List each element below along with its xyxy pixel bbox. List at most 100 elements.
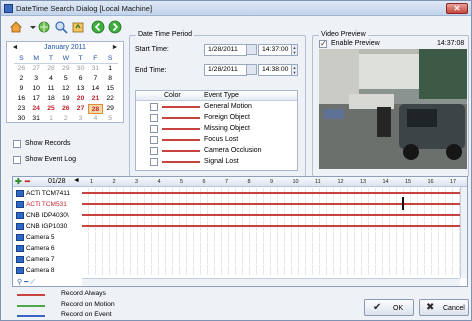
camera-name[interactable]: Camera 6 bbox=[15, 244, 81, 253]
search-icon[interactable] bbox=[54, 20, 68, 34]
end-time-field[interactable]: 14:38:00 bbox=[258, 64, 292, 76]
enable-preview-checkbox[interactable] bbox=[319, 39, 327, 48]
camera-name[interactable]: ACTi TCM531 bbox=[15, 200, 81, 209]
calendar-day[interactable]: 31 bbox=[29, 114, 44, 124]
event-checkbox[interactable] bbox=[150, 158, 158, 166]
calendar-day[interactable]: 12 bbox=[58, 84, 73, 94]
ok-button[interactable]: ✔ OK bbox=[364, 299, 414, 316]
calendar-day[interactable]: 28 bbox=[44, 64, 59, 74]
calendar-day[interactable]: 1 bbox=[44, 114, 59, 124]
zoom-icon[interactable]: ⚲ ━ ⟋ bbox=[17, 278, 35, 287]
export-icon[interactable] bbox=[71, 20, 85, 34]
vertical-scrollbar[interactable] bbox=[460, 187, 467, 278]
calendar-day[interactable]: 23 bbox=[14, 104, 29, 114]
camera-name[interactable]: Camera 7 bbox=[15, 255, 81, 264]
camera-name[interactable]: CNB IGP1030 bbox=[15, 222, 81, 231]
camera-name[interactable]: Camera 8 bbox=[15, 266, 81, 275]
calendar-icon[interactable] bbox=[246, 64, 257, 75]
camera-row[interactable]: ACTi TCM531 bbox=[13, 199, 460, 209]
calendar-day[interactable]: 31 bbox=[88, 64, 103, 74]
calendar-day[interactable]: 25 bbox=[44, 104, 59, 114]
horizontal-scrollbar[interactable] bbox=[82, 278, 460, 286]
camera-record-track[interactable] bbox=[82, 210, 460, 220]
calendar-day[interactable]: 29 bbox=[58, 64, 73, 74]
home-icon[interactable] bbox=[9, 20, 23, 34]
show-event-log-checkbox[interactable] bbox=[13, 156, 21, 164]
event-row[interactable]: Foreign Object bbox=[136, 113, 297, 123]
calendar-day[interactable]: 13 bbox=[73, 84, 88, 94]
calendar-day[interactable]: 16 bbox=[14, 94, 29, 104]
calendar-day[interactable]: 30 bbox=[73, 64, 88, 74]
calendar-day[interactable]: 3 bbox=[73, 114, 88, 124]
calendar-day[interactable]: 5 bbox=[58, 74, 73, 84]
calendar-day[interactable]: 27 bbox=[29, 64, 44, 74]
calendar-day[interactable]: 3 bbox=[29, 74, 44, 84]
camera-record-track[interactable] bbox=[82, 221, 460, 231]
cancel-button[interactable]: ✖ Cancel bbox=[419, 299, 469, 316]
calendar-day[interactable]: 24 bbox=[29, 104, 44, 114]
start-time-field[interactable]: 14:37:00 bbox=[258, 44, 292, 56]
calendar-day[interactable]: 17 bbox=[29, 94, 44, 104]
calendar-day[interactable]: 10 bbox=[29, 84, 44, 94]
event-checkbox[interactable] bbox=[150, 125, 158, 133]
end-time-spinner[interactable]: ▲ ▼ bbox=[291, 64, 298, 76]
event-row[interactable]: Focus Lost bbox=[136, 135, 297, 145]
calendar-day[interactable]: 11 bbox=[44, 84, 59, 94]
camera-record-track[interactable] bbox=[82, 232, 460, 242]
calendar-day[interactable]: 26 bbox=[14, 64, 29, 74]
calendar-day[interactable]: 6 bbox=[73, 74, 88, 84]
remove-icon[interactable]: ━ bbox=[25, 177, 30, 186]
month-calendar[interactable]: ◄ January 2011 ► S M T W T F S 26 27 28 … bbox=[6, 41, 124, 123]
calendar-day[interactable]: 30 bbox=[14, 114, 29, 124]
camera-row[interactable]: CNB IGP1030 bbox=[13, 221, 460, 231]
calendar-day[interactable]: 21 bbox=[88, 94, 103, 104]
back-icon[interactable] bbox=[91, 20, 105, 34]
start-time-spinner[interactable]: ▲ ▼ bbox=[291, 44, 298, 56]
event-row[interactable]: Missing Object bbox=[136, 124, 297, 134]
event-checkbox[interactable] bbox=[150, 147, 158, 155]
camera-record-track[interactable] bbox=[82, 265, 460, 275]
timeline-prev-icon[interactable]: ◄ bbox=[73, 177, 80, 184]
calendar-day[interactable]: 14 bbox=[88, 84, 103, 94]
camera-row[interactable]: Camera 6 bbox=[13, 243, 460, 253]
calendar-next-button[interactable]: ► bbox=[111, 44, 119, 52]
calendar-day[interactable]: 29 bbox=[103, 104, 118, 114]
event-checkbox[interactable] bbox=[150, 114, 158, 122]
calendar-icon[interactable] bbox=[246, 44, 257, 55]
camera-row[interactable]: ACTi TCM7411 bbox=[13, 188, 460, 198]
camera-name[interactable]: CNB IDP4030\ bbox=[15, 211, 81, 220]
calendar-day[interactable]: 18 bbox=[44, 94, 59, 104]
camera-record-track[interactable] bbox=[82, 243, 460, 253]
calendar-day[interactable]: 9 bbox=[14, 84, 29, 94]
network-icon[interactable] bbox=[37, 20, 51, 34]
calendar-day[interactable]: 26 bbox=[58, 104, 73, 114]
calendar-day[interactable]: 4 bbox=[44, 74, 59, 84]
start-date-field[interactable]: 1/28/2011 bbox=[204, 44, 247, 56]
end-date-field[interactable]: 1/28/2011 bbox=[204, 64, 247, 76]
calendar-day[interactable]: 1 bbox=[103, 64, 118, 74]
forward-icon[interactable] bbox=[108, 20, 122, 34]
add-icon[interactable]: ✚ bbox=[15, 177, 22, 186]
calendar-day[interactable]: 19 bbox=[58, 94, 73, 104]
calendar-day[interactable]: 22 bbox=[103, 94, 118, 104]
calendar-day[interactable]: 5 bbox=[103, 114, 118, 124]
camera-row[interactable]: Camera 5 bbox=[13, 232, 460, 242]
camera-record-track[interactable] bbox=[82, 254, 460, 264]
calendar-day[interactable]: 2 bbox=[58, 114, 73, 124]
camera-row[interactable]: Camera 7 bbox=[13, 254, 460, 264]
event-row[interactable]: Signal Lost bbox=[136, 157, 297, 167]
calendar-day[interactable]: 8 bbox=[103, 74, 118, 84]
camera-name[interactable]: Camera 5 bbox=[15, 233, 81, 242]
calendar-day-selected[interactable]: 28 bbox=[87, 104, 103, 114]
calendar-day[interactable]: 27 bbox=[73, 104, 88, 114]
calendar-day[interactable]: 2 bbox=[14, 74, 29, 84]
calendar-day[interactable]: 4 bbox=[88, 114, 103, 124]
timeline-cursor[interactable] bbox=[402, 197, 404, 210]
camera-row[interactable]: CNB IDP4030\ bbox=[13, 210, 460, 220]
calendar-day[interactable]: 15 bbox=[103, 84, 118, 94]
camera-row[interactable]: Camera 8 bbox=[13, 265, 460, 275]
event-checkbox[interactable] bbox=[150, 136, 158, 144]
event-row[interactable]: Camera Occlusion bbox=[136, 146, 297, 156]
close-button[interactable]: ✕ bbox=[446, 3, 468, 14]
event-row[interactable]: General Motion bbox=[136, 102, 297, 112]
